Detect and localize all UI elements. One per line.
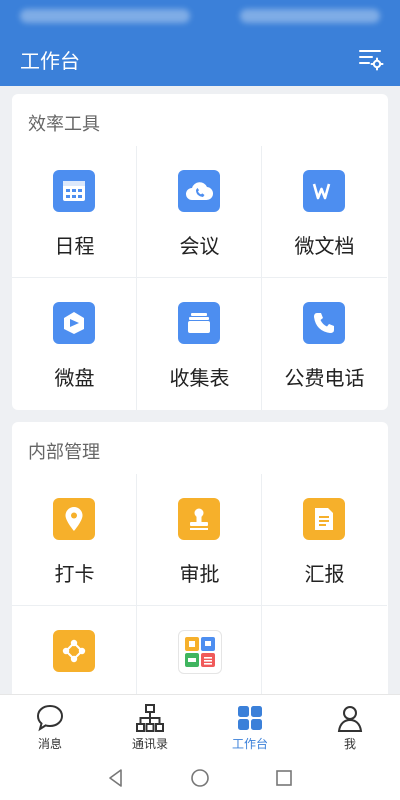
- location-pin-icon: [53, 498, 95, 540]
- person-icon: [337, 706, 363, 732]
- app-other-partial[interactable]: [137, 606, 262, 694]
- tab-me[interactable]: 我: [300, 695, 400, 757]
- app-item-partial[interactable]: [12, 606, 137, 694]
- bottom-tab-bar: 消息 通讯录 工作台 我: [0, 694, 400, 757]
- app-label: 微文档: [294, 234, 355, 258]
- tab-label: 通讯录: [131, 737, 168, 751]
- section-title: 内部管理: [28, 442, 100, 463]
- app-public-call[interactable]: 公费电话: [262, 278, 387, 410]
- app-label: 打卡: [54, 562, 95, 586]
- nodes-icon: [53, 630, 95, 672]
- system-navigation-bar: [0, 756, 400, 800]
- tab-workbench[interactable]: 工作台: [200, 695, 300, 757]
- status-bar-left-blurred: [20, 9, 190, 23]
- status-bar-right-blurred: [240, 9, 380, 23]
- tab-label: 消息: [37, 737, 62, 751]
- section-internal-management: 内部管理 打卡 审批 汇报: [12, 422, 388, 694]
- stamp-icon: [178, 498, 220, 540]
- app-label: 公费电话: [284, 366, 365, 390]
- section-title: 效率工具: [28, 114, 100, 135]
- app-micro-drive[interactable]: 微盘: [12, 278, 137, 410]
- app-clock-in[interactable]: 打卡: [12, 474, 137, 606]
- tab-label: 工作台: [231, 737, 268, 751]
- phone-icon: [303, 302, 345, 344]
- app-label: 收集表: [169, 366, 230, 390]
- empty-cell: [262, 606, 387, 694]
- app-label: 微盘: [54, 366, 95, 390]
- app-label: 日程: [54, 234, 95, 258]
- cloud-phone-icon: [178, 170, 220, 212]
- app-collection-form[interactable]: 收集表: [137, 278, 262, 410]
- calendar-icon: [53, 170, 95, 212]
- back-icon[interactable]: [104, 766, 128, 790]
- tab-contacts[interactable]: 通讯录: [100, 695, 200, 757]
- status-bar: [0, 0, 400, 32]
- section-efficiency-tools: 效率工具 日程 会议 微文档 微盘 收集表 公费电话: [12, 94, 388, 410]
- tab-label: 我: [343, 737, 356, 751]
- page-title: 工作台: [20, 49, 80, 73]
- org-chart-icon: [136, 704, 164, 732]
- app-report[interactable]: 汇报: [262, 474, 387, 606]
- app-label: 审批: [179, 562, 220, 586]
- workbench-grid-icon: [238, 706, 262, 730]
- app-meeting[interactable]: 会议: [137, 146, 262, 278]
- chat-bubble-icon: [36, 704, 64, 732]
- drive-icon: [53, 302, 95, 344]
- app-micro-doc[interactable]: 微文档: [262, 146, 387, 278]
- form-tray-icon: [178, 302, 220, 344]
- recents-icon[interactable]: [272, 766, 296, 790]
- settings-list-icon[interactable]: [358, 46, 384, 72]
- workbench-content[interactable]: 效率工具 日程 会议 微文档 微盘 收集表 公费电话 内部管理 打卡 审批 汇报: [0, 86, 400, 694]
- doc-w-icon: [303, 170, 345, 212]
- apps-grid-icon: [178, 630, 222, 674]
- home-icon[interactable]: [188, 766, 212, 790]
- report-icon: [303, 498, 345, 540]
- app-approval[interactable]: 审批: [137, 474, 262, 606]
- tab-messages[interactable]: 消息: [0, 695, 100, 757]
- app-bar: 工作台: [0, 32, 400, 86]
- app-label: 汇报: [304, 562, 345, 586]
- app-schedule[interactable]: 日程: [12, 146, 137, 278]
- app-label: 会议: [179, 234, 220, 258]
